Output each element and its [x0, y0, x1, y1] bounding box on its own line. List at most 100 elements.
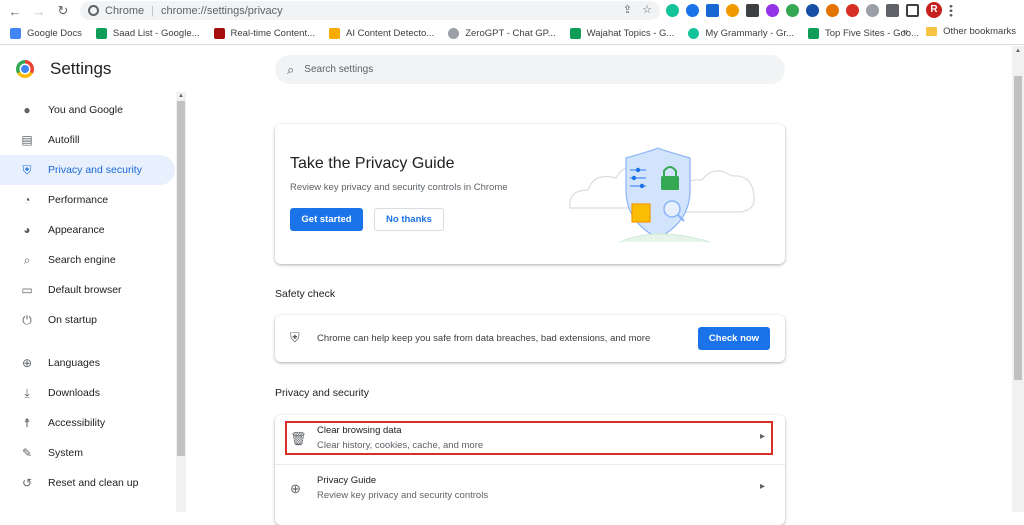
page-scroll-up-arrow-icon[interactable]: ▲: [1013, 48, 1023, 54]
search-icon: ⌕: [287, 61, 295, 77]
privacy-guide-description: Review key privacy and security controls…: [290, 182, 508, 193]
download-icon: ⤓: [24, 385, 30, 400]
reset-icon: ↺: [21, 476, 33, 490]
shield-icon: ⛨: [22, 162, 32, 177]
forward-button[interactable]: →: [28, 1, 50, 21]
pen-extension-icon[interactable]: [766, 3, 779, 17]
mail-extension-icon[interactable]: [746, 3, 759, 17]
url-text: chrome://settings/privacy: [160, 4, 283, 17]
more-menu-icon[interactable]: [949, 3, 953, 17]
copyright-extension-icon[interactable]: [806, 3, 819, 17]
puzzle-icon[interactable]: [886, 3, 899, 17]
address-separator: |: [151, 4, 154, 17]
browser-toolbar: ← → ↻ Chrome | chrome://settings/privacy…: [0, 0, 1024, 22]
sidebar-item-accessibility[interactable]: ☨ Accessibility: [0, 408, 175, 438]
chrome-site-icon: [88, 5, 99, 16]
bookmark-item[interactable]: Saad List - Google...: [95, 27, 200, 39]
privacy-guide-title: Take the Privacy Guide: [290, 155, 455, 172]
check-now-button[interactable]: Check now: [698, 327, 770, 350]
shield-check-icon: ⛨: [290, 330, 300, 345]
privacy-guide-row-subtitle: Review key privacy and security controls: [317, 490, 489, 501]
sheets-favicon-icon: [569, 27, 581, 39]
gear-extension-icon[interactable]: [726, 3, 739, 17]
highlight-annotation: [285, 421, 773, 455]
safety-check-card: ⛨ Chrome can help keep you safe from dat…: [275, 315, 785, 362]
search-placeholder: Search settings: [304, 64, 374, 75]
site-label: Chrome: [105, 4, 145, 17]
bookmarks-more-button[interactable]: »: [903, 26, 908, 37]
blue-extension-icon[interactable]: [706, 3, 719, 17]
bookmark-item[interactable]: Google Docs: [10, 27, 82, 39]
bookmark-item[interactable]: Wajahat Topics - G...: [569, 27, 674, 39]
zerogpt-favicon-icon: [448, 27, 460, 39]
address-bar[interactable]: Chrome | chrome://settings/privacy ⇪ ☆: [80, 1, 660, 20]
sidebar-item-downloads[interactable]: ⤓ Downloads: [0, 378, 175, 408]
safety-check-heading: Safety check: [275, 288, 336, 300]
profile-avatar[interactable]: R: [926, 2, 942, 18]
scroll-up-arrow-icon[interactable]: ▲: [176, 93, 186, 99]
sidebar-item-appearance[interactable]: ◕ Appearance: [0, 215, 175, 245]
red-extension-icon[interactable]: [846, 3, 859, 17]
sidebar-item-languages[interactable]: ⊕ Languages: [0, 348, 175, 378]
sync-extension-icon[interactable]: [826, 3, 839, 17]
extensions-area: R: [666, 2, 953, 18]
compass-icon: ⊕: [290, 481, 301, 496]
sidebar-item-performance[interactable]: ◔ Performance: [0, 185, 175, 215]
sidebar-item-reset[interactable]: ↺ Reset and clean up: [0, 468, 175, 498]
privacy-guide-card: Take the Privacy Guide Review key privac…: [275, 124, 785, 264]
sheets-favicon-icon: [95, 27, 107, 39]
sidebar-item-on-startup[interactable]: ⏻ On startup: [0, 305, 175, 335]
docs-favicon-icon: [10, 27, 21, 39]
bookmarks-bar: Google Docs Saad List - Google... Real-t…: [0, 22, 1024, 45]
page-scroll-thumb[interactable]: [1014, 76, 1022, 380]
privacy-guide-row[interactable]: ⊕ Privacy Guide Review key privacy and s…: [275, 465, 785, 513]
grammarly-extension-icon[interactable]: [666, 3, 679, 17]
bookmark-star-icon[interactable]: ☆: [642, 3, 652, 16]
power-icon: ⏻: [22, 312, 32, 327]
privacy-guide-illustration-icon: [569, 147, 755, 243]
sidebar-item-default-browser[interactable]: ▭ Default browser: [0, 275, 175, 305]
link-extension-icon[interactable]: [686, 3, 699, 17]
settings-sidebar: ● You and Google ▤ Autofill ⛨ Privacy and s…: [0, 95, 175, 498]
privacy-guide-row-title: Privacy Guide: [317, 475, 377, 486]
autofill-icon: ▤: [21, 133, 33, 147]
sidebar-item-system[interactable]: ✎ System: [0, 438, 175, 468]
globe-extension-icon[interactable]: [866, 3, 879, 17]
speedometer-icon: ◔: [23, 193, 31, 207]
bookmark-item[interactable]: ZeroGPT - Chat GP...: [448, 27, 556, 39]
person-icon: ●: [23, 103, 31, 117]
browser-icon: ▭: [21, 283, 33, 297]
bookmark-item[interactable]: My Grammarly - Gr...: [688, 27, 794, 39]
reload-button[interactable]: ↻: [52, 1, 74, 21]
side-panel-icon[interactable]: [906, 3, 919, 17]
sidebar-item-search-engine[interactable]: ⌕ Search engine: [0, 245, 175, 275]
accessibility-icon: ☨: [23, 416, 31, 430]
shield-extension-icon[interactable]: [786, 3, 799, 17]
detector-favicon-icon: [329, 27, 341, 39]
grammarly-favicon-icon: [688, 27, 700, 39]
bookmark-item[interactable]: Real-time Content...: [213, 27, 315, 39]
site-favicon-icon: [213, 27, 225, 39]
wrench-icon: ✎: [21, 446, 33, 460]
folder-icon: [926, 27, 938, 36]
sidebar-item-autofill[interactable]: ▤ Autofill: [0, 125, 175, 155]
sidebar-scroll-thumb[interactable]: [177, 101, 185, 456]
other-bookmarks-label[interactable]: Other bookmarks: [943, 26, 1016, 37]
no-thanks-button[interactable]: No thanks: [374, 208, 444, 231]
search-icon: ⌕: [23, 252, 31, 267]
chevron-right-icon: ▸: [759, 481, 765, 492]
sidebar-item-privacy[interactable]: ⛨ Privacy and security: [0, 155, 175, 185]
search-input[interactable]: ⌕ Search settings: [275, 55, 785, 84]
palette-icon: ◕: [23, 223, 31, 237]
globe-icon: ⊕: [21, 356, 33, 370]
sidebar-item-you-and-google[interactable]: ● You and Google: [0, 95, 175, 125]
chrome-logo-icon: [16, 60, 34, 78]
sidebar-divider: [0, 335, 175, 348]
back-button[interactable]: ←: [4, 1, 26, 21]
bookmark-item[interactable]: AI Content Detecto...: [329, 27, 434, 39]
share-icon[interactable]: ⇪: [623, 3, 632, 16]
get-started-button[interactable]: Get started: [290, 208, 363, 231]
safety-check-text: Chrome can help keep you safe from data …: [317, 333, 651, 344]
bookmarks-overflow: » Other bookmarks: [903, 26, 1016, 37]
page-title: Settings: [50, 59, 112, 78]
